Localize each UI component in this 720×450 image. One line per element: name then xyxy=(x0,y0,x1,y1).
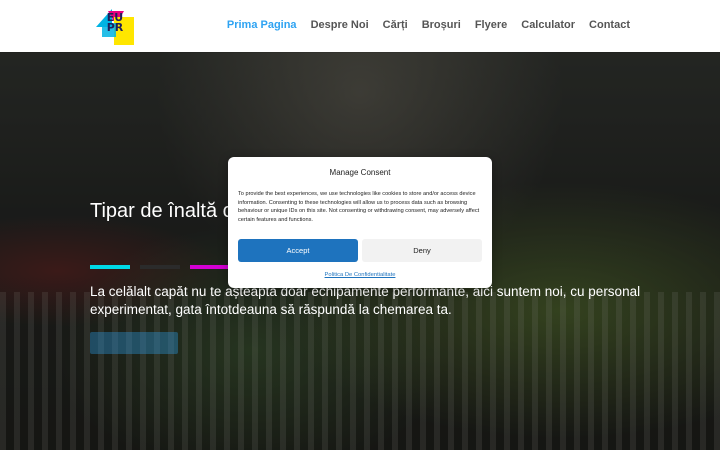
logo-text: EU PR xyxy=(104,12,126,34)
main-nav: Prima Pagina Despre Noi Cărți Broșuri Fl… xyxy=(227,19,630,31)
site-header: EU PR Prima Pagina Despre Noi Cărți Broș… xyxy=(0,0,720,52)
nav-item-brosuri[interactable]: Broșuri xyxy=(422,19,461,31)
accept-button[interactable]: Accept xyxy=(238,239,358,262)
nav-item-contact[interactable]: Contact xyxy=(589,19,630,31)
site-logo[interactable]: EU PR xyxy=(94,7,134,45)
hero-subtitle: La celălalt capăt nu te așteaptă doar ec… xyxy=(90,284,641,317)
nav-item-calculator[interactable]: Calculator xyxy=(521,19,575,31)
nav-item-prima-pagina[interactable]: Prima Pagina xyxy=(227,19,297,31)
consent-modal: Manage Consent To provide the best exper… xyxy=(228,157,492,288)
nav-item-carti[interactable]: Cărți xyxy=(383,19,408,31)
accent-bar-cyan xyxy=(90,265,130,269)
hero-cta-button[interactable] xyxy=(90,332,178,354)
nav-item-despre-noi[interactable]: Despre Noi xyxy=(311,19,369,31)
privacy-policy-link[interactable]: Politica De Confidentialitate xyxy=(228,272,492,278)
logo-text-line2: PR xyxy=(106,21,124,34)
accent-bar-magenta xyxy=(190,265,230,269)
accent-bar-dark-1 xyxy=(140,265,180,269)
consent-title: Manage Consent xyxy=(329,168,391,177)
deny-button[interactable]: Deny xyxy=(362,239,482,262)
nav-item-flyere[interactable]: Flyere xyxy=(475,19,507,31)
consent-body: To provide the best experiences, we use … xyxy=(238,191,480,223)
